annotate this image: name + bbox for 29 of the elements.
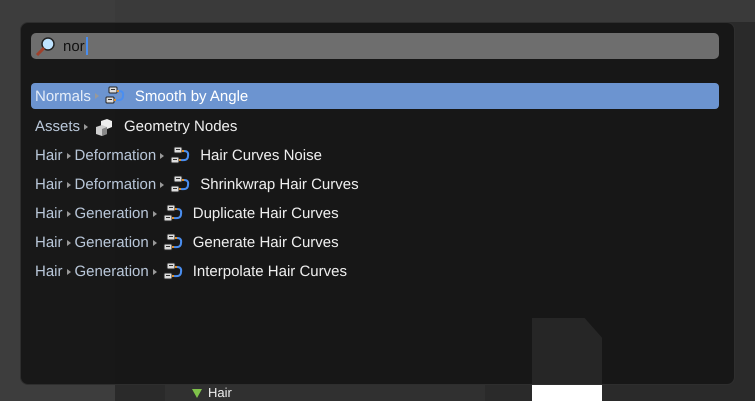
cube-icon — [94, 116, 114, 136]
search-icon — [35, 36, 57, 56]
search-result[interactable]: Hair Deformation Shrinkwrap Hair Curves — [31, 170, 719, 199]
node-group-icon — [170, 174, 190, 194]
chevron-icon — [66, 268, 71, 274]
chevron-icon — [160, 152, 164, 158]
chevron-icon — [152, 268, 157, 274]
chevron-icon — [66, 240, 71, 246]
search-result[interactable]: Hair Deformation Hair Curves Noise — [31, 141, 719, 170]
chevron-icon — [152, 240, 157, 246]
chevron-icon — [84, 124, 88, 130]
search-result[interactable]: Assets Geometry Nodes — [31, 112, 719, 141]
node-group-icon — [162, 232, 183, 252]
search-result[interactable]: Hair Generation Interpolate Hair Curves — [31, 257, 719, 286]
search-field[interactable]: nor — [31, 33, 719, 59]
chevron-icon — [66, 210, 71, 216]
chevron-icon — [66, 152, 71, 158]
node-group-icon — [162, 262, 183, 282]
chevron-icon — [160, 182, 164, 188]
chevron-icon — [66, 182, 71, 188]
chevron-icon — [152, 210, 157, 216]
tree-item[interactable]: Hair — [208, 386, 232, 400]
node-group-icon — [104, 86, 125, 106]
node-group-icon — [162, 204, 183, 224]
search-result[interactable]: Hair Generation Generate Hair Curves — [31, 228, 719, 257]
node-group-icon — [170, 146, 190, 166]
expand-triangle-icon[interactable] — [192, 388, 202, 398]
chevron-icon — [94, 93, 99, 99]
search-result[interactable]: Hair Generation Duplicate Hair Curves — [31, 199, 719, 228]
